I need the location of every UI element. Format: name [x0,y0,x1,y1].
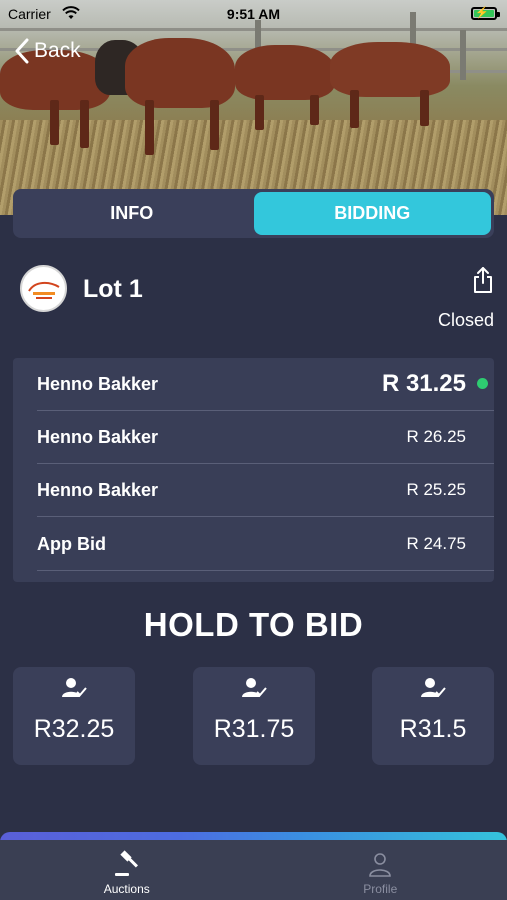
lot-photo [0,0,507,215]
share-icon[interactable] [471,266,495,294]
tab-profile[interactable]: Profile [254,840,507,900]
tab-bar: Auctions Profile [0,840,507,900]
logo-emblem-icon [27,281,60,299]
chevron-left-icon [15,38,29,64]
clock: 9:51 AM [226,6,281,22]
bidder-name: Henno Bakker [37,373,159,394]
bid-row: App Bid R 24.75 [37,518,494,571]
bid-button-amount: R31.5 [399,715,467,743]
bid-button-amount: R31.75 [213,715,295,743]
lot-status: Closed [437,310,494,330]
bid-row: Henno Bakker R 25.25 [37,464,494,517]
back-label: Back [34,39,81,62]
bidder-name: App Bid [37,533,106,554]
tab-bidding[interactable]: BIDDING [253,192,491,235]
tab-auctions[interactable]: Auctions [0,840,254,900]
bid-button-3[interactable]: R31.5 [372,667,494,765]
bid-button-1[interactable]: R32.25 [13,667,135,765]
hold-to-bid-heading: HOLD TO BID [143,606,364,643]
tab-info[interactable]: INFO [13,189,251,238]
user-check-icon [421,678,446,697]
bid-button-2[interactable]: R31.75 [193,667,315,765]
gavel-icon [114,850,138,876]
bidder-name: Henno Bakker [37,479,159,500]
bid-row: Henno Bakker R 26.25 [37,411,494,464]
segment-tabs: INFO BIDDING [13,189,494,238]
user-check-icon [62,678,87,697]
bid-amount: R 24.75 [406,534,466,553]
status-bar: Carrier 9:51 AM ⚡ [0,0,507,28]
charging-icon: ⚡ [475,7,489,19]
tab-auctions-label: Auctions [103,882,150,896]
person-icon [369,853,392,877]
bid-row-leading: Henno Bakker R 31.25 [37,358,494,411]
bidder-name: Henno Bakker [37,426,159,447]
user-check-icon [242,678,267,697]
back-button[interactable]: Back [14,38,81,64]
tab-profile-label: Profile [363,882,398,896]
lot-title: Lot 1 [83,275,143,303]
bid-amount: R 25.25 [406,480,466,499]
bid-amount: R 31.25 [381,370,466,397]
leading-bid-indicator [477,378,488,389]
bid-history-list: Henno Bakker R 31.25 Henno Bakker R 26.2… [13,358,494,582]
bid-button-amount: R32.25 [33,715,115,743]
bid-amount: R 26.25 [406,427,466,446]
auctioneer-logo [20,265,67,312]
